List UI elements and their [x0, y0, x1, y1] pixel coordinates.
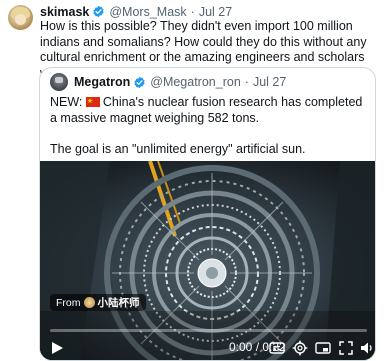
quoted-tweet[interactable]: Megatron @Megatron_ron · Jul 27 NEW: Chi… — [39, 67, 376, 361]
volume-icon[interactable] — [359, 340, 375, 356]
verified-badge-icon[interactable] — [92, 5, 105, 18]
quoted-line: NEW: China's nuclear fusion research has… — [50, 94, 370, 126]
quoted-date[interactable]: Jul 27 — [253, 75, 286, 89]
avatar-face — [15, 14, 26, 25]
picture-in-picture-icon[interactable] — [315, 340, 331, 356]
captions-icon[interactable] — [269, 340, 285, 356]
quoted-verified-badge-icon[interactable] — [133, 76, 146, 89]
quoted-line: The goal is an "unlimited energy" artifi… — [50, 141, 306, 156]
progress-bar[interactable] — [50, 329, 367, 332]
quoted-separator-dot: · — [244, 75, 249, 89]
user-handle[interactable]: @Mors_Mask — [109, 5, 186, 19]
video-source-badge[interactable]: From 小陆杯师 — [50, 294, 146, 311]
quoted-line — [50, 126, 370, 142]
quoted-avatar[interactable] — [50, 73, 68, 91]
fullscreen-icon[interactable] — [338, 340, 354, 356]
from-label: From — [56, 296, 81, 309]
post-date[interactable]: Jul 27 — [199, 5, 232, 19]
video-player[interactable]: From 小陆杯师 0:00 / 0:22 — [40, 161, 375, 360]
source-name[interactable]: 小陆杯师 — [98, 295, 140, 310]
video-controls: 0:00 / 0:22 — [40, 323, 375, 360]
quoted-header: Megatron @Megatron_ron · Jul 27 — [50, 73, 286, 91]
tweet-header: skimask @Mors_Mask · Jul 27 — [40, 3, 232, 20]
tweet[interactable]: skimask @Mors_Mask · Jul 27 How is this … — [0, 0, 384, 361]
separator-dot: · — [190, 4, 195, 19]
quoted-line-prefix: NEW: — [50, 95, 86, 109]
display-name[interactable]: skimask — [40, 5, 89, 19]
source-avatar — [83, 297, 95, 308]
quoted-display-name[interactable]: Megatron — [74, 75, 130, 89]
quoted-handle[interactable]: @Megatron_ron — [150, 75, 241, 89]
play-icon[interactable] — [50, 341, 64, 355]
china-flag-icon — [85, 94, 100, 110]
avatar[interactable] — [8, 5, 33, 30]
settings-gear-icon[interactable] — [292, 340, 308, 356]
